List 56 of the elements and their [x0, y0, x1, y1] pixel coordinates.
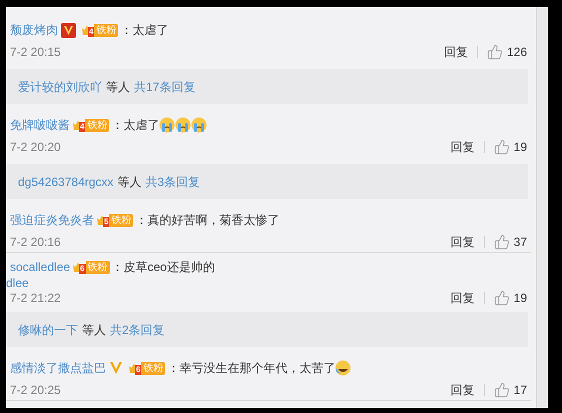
verified-v-icon: [109, 361, 123, 375]
like-count: 37: [514, 234, 527, 251]
user-name-link[interactable]: 强迫症炎免炎者: [10, 211, 94, 229]
reply-count-link[interactable]: 共3条回复: [145, 172, 200, 190]
like-icon[interactable]: [494, 139, 510, 155]
comment-text: ：幸亏没生在那个年代，太苦了: [167, 360, 336, 377]
reply-link[interactable]: 回复: [450, 233, 475, 251]
like-count: 19: [514, 290, 527, 306]
comment-text: ：太虐了: [120, 22, 168, 39]
user-name-link[interactable]: socalledlee: [10, 258, 70, 276]
fan-level: 4: [79, 122, 86, 132]
fan-level: 4: [88, 27, 94, 37]
comment-time: 7-2 20:15: [10, 44, 61, 61]
crying-emoji-icon: [159, 117, 176, 133]
fan-badge: 铁粉: [141, 362, 166, 374]
comment-time: 7-2 21:22: [10, 290, 61, 306]
reply-user-link[interactable]: 爱计较的刘欣吖: [18, 78, 102, 96]
fan-level: 6: [135, 365, 142, 375]
crying-emoji-icon: [191, 117, 208, 133]
fan-badge: 铁粉: [86, 260, 110, 274]
reply-count-link[interactable]: 共17条回复: [134, 78, 196, 96]
like-count: 17: [514, 382, 527, 399]
fan-badge: 铁粉: [85, 118, 110, 132]
comment-text: ：皮草ceo还是帅的: [112, 259, 215, 276]
reply-etc: 等人: [106, 78, 130, 96]
like-count: 19: [514, 139, 527, 156]
reply-link[interactable]: 回复: [450, 288, 475, 306]
overflow-text: dlee: [6, 277, 29, 290]
reply-etc: 等人: [117, 174, 142, 190]
comment-text: ：真的好苦啊，菊香太惨了: [135, 212, 280, 229]
like-icon[interactable]: [494, 290, 510, 306]
user-name-link[interactable]: 颓废烤肉: [10, 21, 58, 39]
reply-user-link[interactable]: 修咻的一下: [18, 320, 78, 338]
reply-link[interactable]: 回复: [450, 138, 475, 156]
reply-count-link[interactable]: 共2条回复: [110, 320, 165, 338]
comment-text: ：太虐了: [111, 117, 160, 134]
fan-badge: 铁粉: [109, 214, 134, 226]
comment-time: 7-2 20:20: [10, 139, 61, 156]
reply-link[interactable]: 回复: [444, 43, 468, 61]
like-icon[interactable]: [486, 44, 503, 60]
verified-v-icon: [61, 22, 76, 38]
fan-level: 5: [103, 217, 110, 227]
like-icon[interactable]: [494, 234, 510, 250]
reply-user-link[interactable]: dg54263784rgcxx: [18, 172, 114, 190]
user-name-link[interactable]: 免牌啵啵酱: [10, 116, 70, 134]
like-count: 126: [506, 44, 527, 61]
comment-time: 7-2 20:16: [10, 234, 61, 251]
like-icon[interactable]: [494, 382, 510, 398]
fan-badge: 铁粉: [94, 24, 118, 36]
user-name-link[interactable]: 感情淡了撒点盐巴: [10, 359, 106, 377]
crying-emoji-icon: [175, 117, 192, 133]
comment-time: 7-2 20:25: [10, 382, 61, 399]
fan-level: 6: [79, 264, 86, 274]
laughing-emoji-icon: [335, 360, 352, 376]
reply-etc: 等人: [82, 322, 106, 338]
reply-link[interactable]: 回复: [450, 381, 475, 399]
